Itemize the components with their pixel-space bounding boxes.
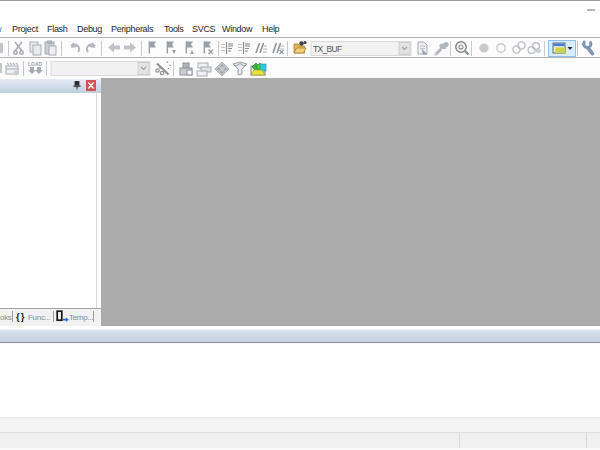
- svg-text:LOAD: LOAD: [28, 61, 43, 67]
